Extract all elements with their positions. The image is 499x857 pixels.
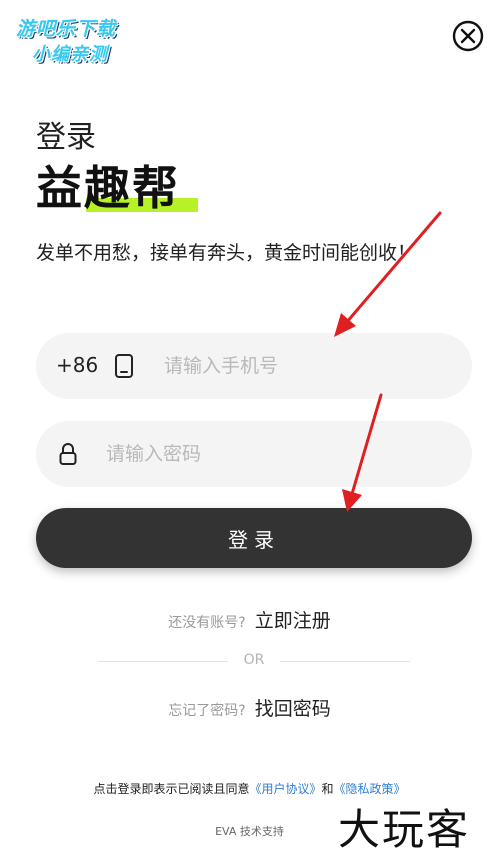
watermark-corner-text: 大玩客 <box>338 805 471 854</box>
annotation-arrow-1 <box>334 211 442 337</box>
watermark-logo-line2: 小编亲测 <box>32 44 108 65</box>
password-input[interactable] <box>106 421 456 487</box>
close-icon <box>452 20 484 52</box>
register-row: 还没有账号? 立即注册 <box>0 606 499 633</box>
watermark-logo-line1: 游吧乐下载 <box>16 18 117 40</box>
forgot-text: 忘记了密码? <box>168 703 246 719</box>
user-agreement-link[interactable]: 《用户协议》 <box>249 782 321 796</box>
divider-line-right <box>280 661 410 662</box>
login-button[interactable]: 登录 <box>36 508 472 568</box>
country-code[interactable]: +86 <box>56 353 98 377</box>
privacy-policy-link[interactable]: 《隐私政策》 <box>334 782 406 796</box>
password-field[interactable] <box>36 421 472 487</box>
brand-title: 益趣帮 <box>36 161 180 215</box>
or-label: OR <box>243 652 265 668</box>
recover-password-link[interactable]: 找回密码 <box>255 698 331 720</box>
forgot-row: 忘记了密码? 找回密码 <box>0 694 499 721</box>
register-link[interactable]: 立即注册 <box>255 610 331 632</box>
phone-icon <box>115 354 133 378</box>
agreement-prefix: 点击登录即表示已阅读且同意 <box>93 782 250 796</box>
lock-icon <box>59 443 77 465</box>
agreement-and: 和 <box>321 782 334 796</box>
close-button[interactable] <box>452 20 484 52</box>
login-heading: 登录 <box>36 120 96 155</box>
watermark-logo: 游吧乐下载 小编亲测 <box>10 10 146 66</box>
phone-field[interactable]: +86 <box>36 333 472 399</box>
phone-input[interactable] <box>164 333 454 399</box>
slogan: 发单不用愁，接单有奔头，黄金时间能创收！ <box>36 242 417 264</box>
no-account-text: 还没有账号? <box>168 615 246 631</box>
agreement-text: 点击登录即表示已阅读且同意《用户协议》和《隐私政策》 <box>0 780 499 797</box>
or-divider: OR <box>98 650 410 672</box>
